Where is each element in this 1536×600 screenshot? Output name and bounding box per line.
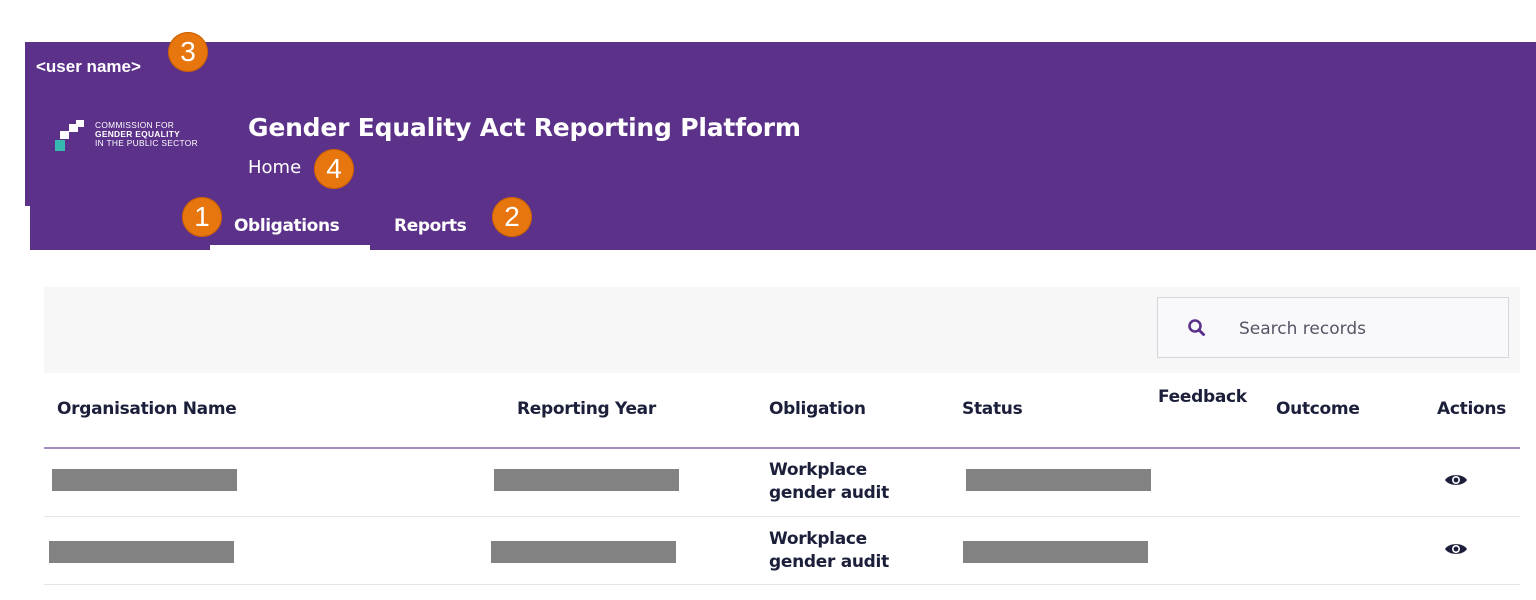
column-header-reporting-year[interactable]: Reporting Year	[517, 399, 656, 419]
logo-line-3: IN THE PUBLIC SECTOR	[95, 138, 198, 149]
breadcrumb-home[interactable]: Home	[248, 157, 301, 178]
obligation-cell: Workplace gender audit	[769, 459, 889, 505]
column-header-feedback[interactable]: Feedback	[1158, 387, 1247, 407]
row-divider	[44, 516, 1520, 517]
redacted-status	[966, 469, 1151, 491]
search-placeholder: Search records	[1239, 319, 1366, 339]
redacted-status	[963, 541, 1148, 563]
redacted-reporting-year	[494, 469, 679, 491]
redacted-reporting-year	[491, 541, 676, 563]
view-icon[interactable]	[1444, 472, 1468, 488]
view-icon[interactable]	[1444, 541, 1468, 557]
active-tab-indicator	[210, 245, 370, 250]
annotation-marker-1: 1	[182, 197, 222, 237]
table-header-divider	[44, 447, 1520, 449]
app-title: Gender Equality Act Reporting Platform	[248, 113, 801, 142]
obligation-line-1: Workplace	[769, 460, 867, 480]
column-header-obligation[interactable]: Obligation	[769, 399, 866, 419]
obligation-cell: Workplace gender audit	[769, 528, 889, 574]
column-header-status[interactable]: Status	[962, 399, 1023, 419]
column-header-organisation-name[interactable]: Organisation Name	[57, 399, 237, 419]
redacted-organisation-name	[49, 541, 234, 563]
annotation-marker-4: 4	[314, 149, 354, 189]
search-icon	[1188, 319, 1205, 336]
obligation-line-2: gender audit	[769, 483, 889, 503]
column-header-outcome[interactable]: Outcome	[1276, 399, 1360, 419]
logo-text: COMMISSION FOR GENDER EQUALITY IN THE PU…	[95, 120, 198, 149]
column-header-actions: Actions	[1437, 399, 1506, 419]
user-name[interactable]: <user name>	[36, 57, 141, 77]
obligation-line-1: Workplace	[769, 529, 867, 549]
logo-square-white-3	[60, 131, 69, 139]
obligation-line-2: gender audit	[769, 552, 889, 572]
commission-logo[interactable]: COMMISSION FOR GENDER EQUALITY IN THE PU…	[55, 118, 235, 158]
annotation-marker-2: 2	[492, 197, 532, 237]
row-divider	[44, 584, 1520, 585]
redacted-organisation-name	[52, 469, 237, 491]
logo-square-teal	[55, 140, 65, 151]
logo-square-white-2	[76, 120, 84, 127]
tab-obligations[interactable]: Obligations	[234, 216, 340, 236]
tab-reports[interactable]: Reports	[394, 216, 467, 236]
annotation-marker-3: 3	[168, 32, 208, 72]
header-notch	[25, 206, 30, 250]
